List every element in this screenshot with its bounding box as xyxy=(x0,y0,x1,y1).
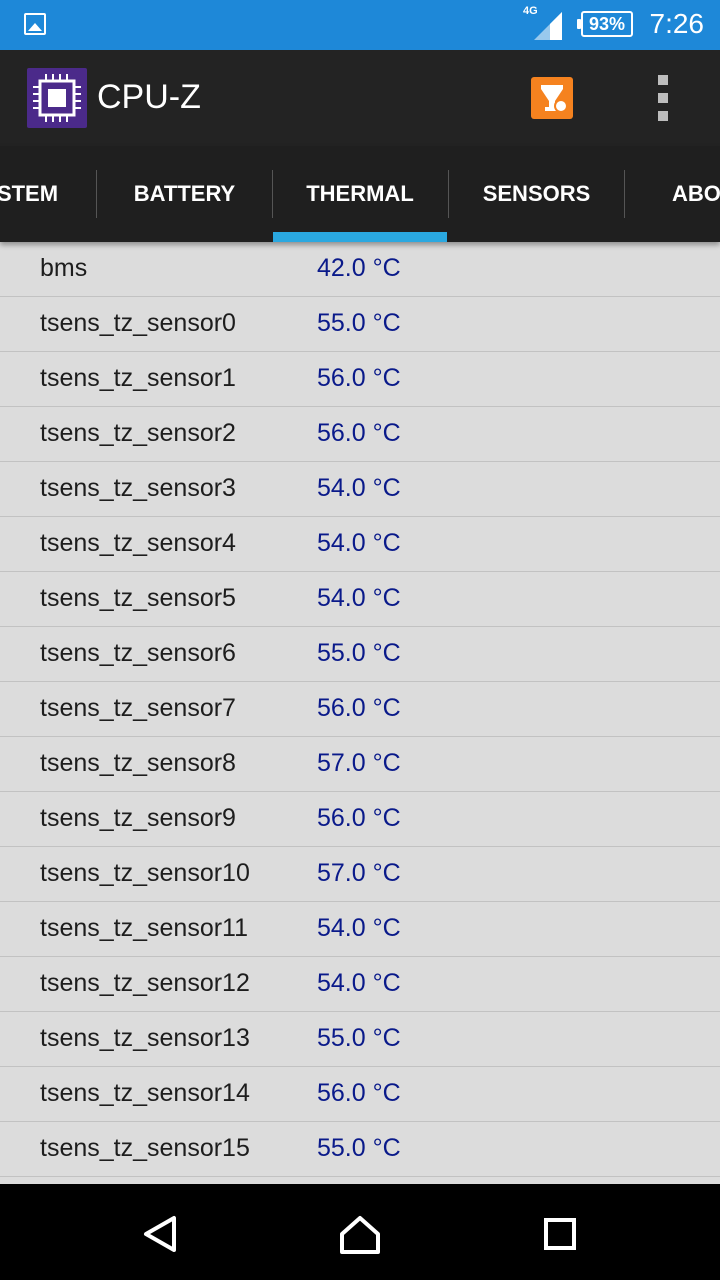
cpu-chip-icon xyxy=(27,68,87,128)
selected-tab-indicator xyxy=(273,232,447,242)
list-item: tsens_tz_sensor5 54.0 °C xyxy=(0,572,720,627)
list-item: tsens_tz_sensor6 55.0 °C xyxy=(0,627,720,682)
sensor-temperature: 56.0 °C xyxy=(317,1079,401,1107)
sensor-name: tsens_tz_sensor3 xyxy=(40,474,236,502)
sensor-temperature: 42.0 °C xyxy=(317,254,401,282)
app-title: CPU-Z xyxy=(97,78,201,116)
sensor-name: tsens_tz_sensor10 xyxy=(40,859,250,887)
app-bar: CPU-Z xyxy=(0,50,720,146)
list-item: tsens_tz_sensor9 56.0 °C xyxy=(0,792,720,847)
overflow-menu-icon[interactable] xyxy=(650,75,678,121)
sensor-temperature: 57.0 °C xyxy=(317,859,401,887)
sensor-temperature: 55.0 °C xyxy=(317,1024,401,1052)
list-item: tsens_tz_sensor14 56.0 °C xyxy=(0,1067,720,1122)
navigation-bar xyxy=(0,1184,720,1280)
thermal-list[interactable]: bms 42.0 °C tsens_tz_sensor0 55.0 °C tsens… xyxy=(0,242,720,1184)
sensor-temperature: 56.0 °C xyxy=(317,804,401,832)
sensor-temperature: 55.0 °C xyxy=(317,639,401,667)
sensor-name: tsens_tz_sensor4 xyxy=(40,529,236,557)
status-bar: 4G 93% 7:26 xyxy=(0,0,720,50)
tab-about[interactable]: ABO xyxy=(672,146,720,242)
sensor-name: tsens_tz_sensor1 xyxy=(40,364,236,392)
sensor-temperature: 57.0 °C xyxy=(317,749,401,777)
list-item: tsens_tz_sensor7 56.0 °C xyxy=(0,682,720,737)
gallery-notification-icon xyxy=(24,13,46,35)
tab-system[interactable]: STEM xyxy=(0,146,95,242)
sensor-temperature: 56.0 °C xyxy=(317,419,401,447)
trophy-icon[interactable] xyxy=(531,77,573,119)
list-item: tsens_tz_sensor15 55.0 °C xyxy=(0,1122,720,1177)
home-icon[interactable] xyxy=(338,1212,382,1256)
sensor-name: tsens_tz_sensor5 xyxy=(40,584,236,612)
recents-icon[interactable] xyxy=(542,1216,578,1252)
sensor-name: tsens_tz_sensor15 xyxy=(40,1134,250,1162)
list-item: tsens_tz_sensor1 56.0 °C xyxy=(0,352,720,407)
tab-bar: STEM BATTERY THERMAL SENSORS ABO xyxy=(0,146,720,242)
sensor-temperature: 55.0 °C xyxy=(317,1134,401,1162)
sensor-name: tsens_tz_sensor8 xyxy=(40,749,236,777)
list-item: tsens_tz_sensor4 54.0 °C xyxy=(0,517,720,572)
sensor-name: tsens_tz_sensor7 xyxy=(40,694,236,722)
battery-indicator: 93% xyxy=(577,11,633,37)
sensor-temperature: 54.0 °C xyxy=(317,914,401,942)
list-item: tsens_tz_sensor3 54.0 °C xyxy=(0,462,720,517)
back-icon[interactable] xyxy=(140,1214,180,1254)
signal-strength-icon xyxy=(534,12,562,40)
list-item: bms 42.0 °C xyxy=(0,242,720,297)
sensor-name: tsens_tz_sensor6 xyxy=(40,639,236,667)
sensor-temperature: 56.0 °C xyxy=(317,694,401,722)
list-item: tsens_tz_sensor0 55.0 °C xyxy=(0,297,720,352)
sensor-name: tsens_tz_sensor2 xyxy=(40,419,236,447)
sensor-name: bms xyxy=(40,254,88,282)
clock: 7:26 xyxy=(649,8,705,39)
sensor-name: tsens_tz_sensor0 xyxy=(40,309,236,337)
tab-sensors[interactable]: SENSORS xyxy=(449,146,624,242)
sensor-temperature: 54.0 °C xyxy=(317,529,401,557)
list-item: tsens_tz_sensor10 57.0 °C xyxy=(0,847,720,902)
list-item: tsens_tz_sensor2 56.0 °C xyxy=(0,407,720,462)
sensor-temperature: 54.0 °C xyxy=(317,584,401,612)
tab-thermal[interactable]: THERMAL xyxy=(273,146,447,242)
sensor-name: tsens_tz_sensor12 xyxy=(40,969,250,997)
list-item: tsens_tz_sensor12 54.0 °C xyxy=(0,957,720,1012)
list-item: tsens_tz_sensor13 55.0 °C xyxy=(0,1012,720,1067)
sensor-temperature: 54.0 °C xyxy=(317,474,401,502)
sensor-name: tsens_tz_sensor13 xyxy=(40,1024,250,1052)
tab-battery[interactable]: BATTERY xyxy=(97,146,272,242)
sensor-name: tsens_tz_sensor14 xyxy=(40,1079,250,1107)
sensor-temperature: 56.0 °C xyxy=(317,364,401,392)
sensor-temperature: 54.0 °C xyxy=(317,969,401,997)
sensor-temperature: 55.0 °C xyxy=(317,309,401,337)
list-item: tsens_tz_sensor11 54.0 °C xyxy=(0,902,720,957)
list-item: tsens_tz_sensor8 57.0 °C xyxy=(0,737,720,792)
sensor-name: tsens_tz_sensor11 xyxy=(40,914,248,942)
sensor-name: tsens_tz_sensor9 xyxy=(40,804,236,832)
tab-divider xyxy=(624,170,625,218)
